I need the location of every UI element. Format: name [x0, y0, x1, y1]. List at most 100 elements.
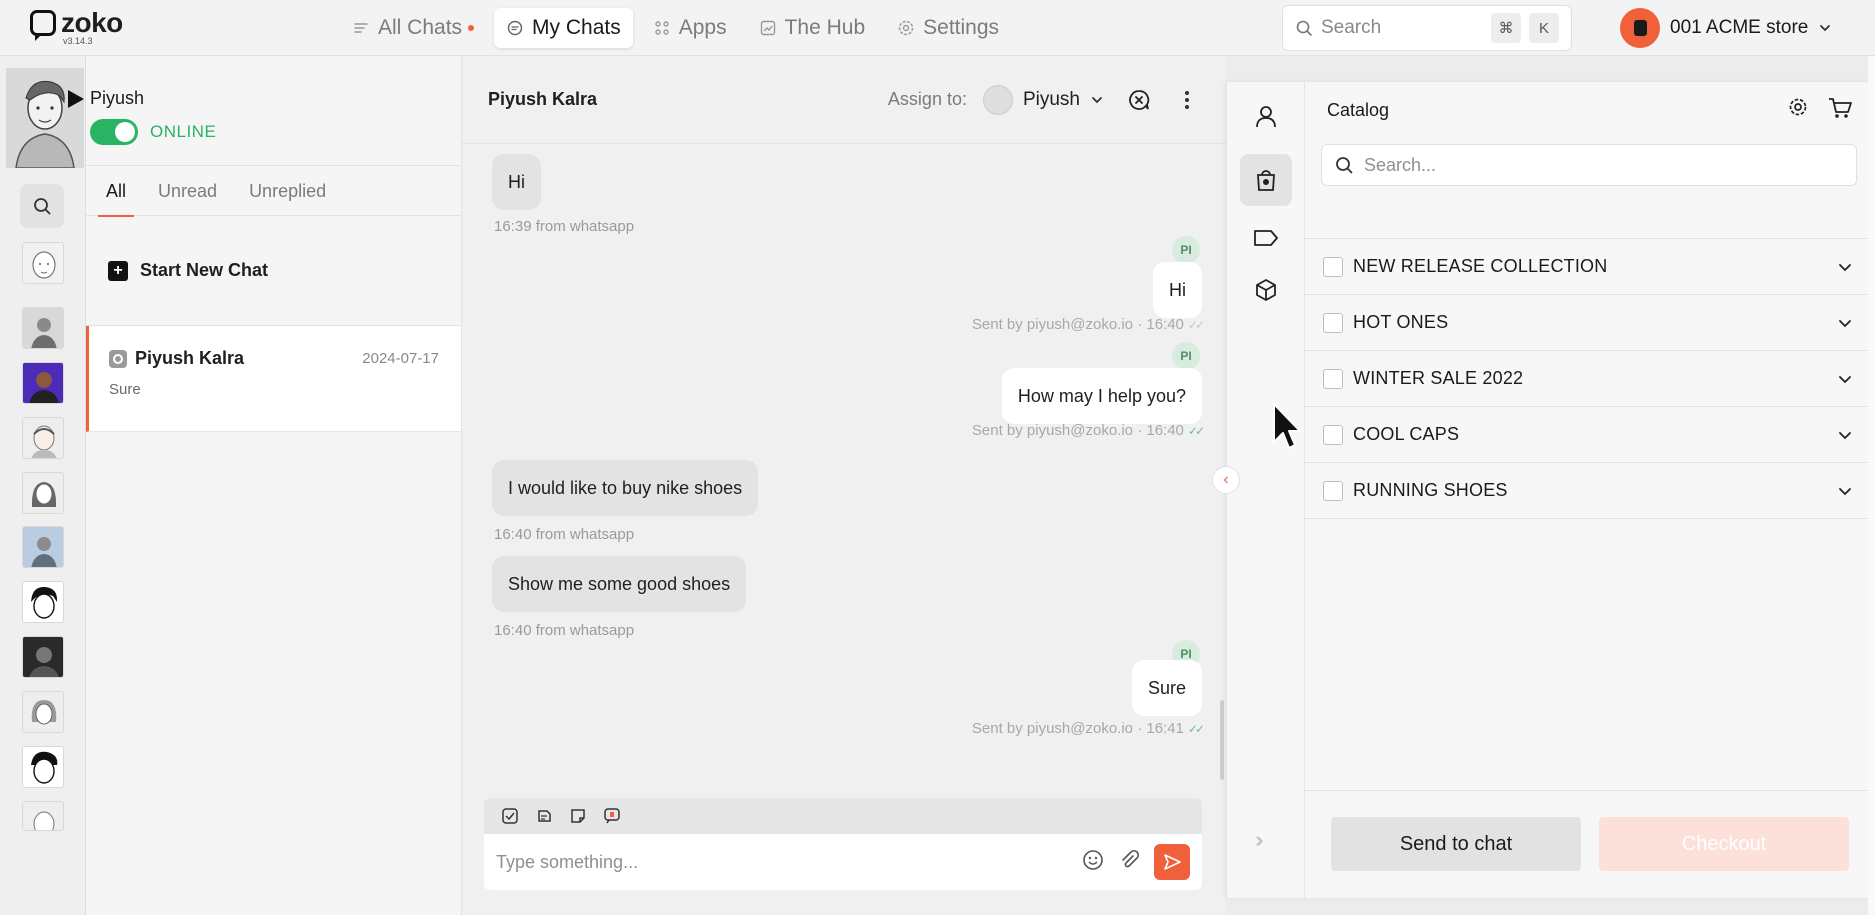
contact-avatar[interactable] — [22, 242, 64, 284]
agent-avatar[interactable] — [6, 68, 84, 168]
nav-apps[interactable]: Apps — [641, 8, 739, 48]
send-to-chat-button[interactable]: Send to chat — [1331, 817, 1581, 871]
nav-the-hub[interactable]: The Hub — [747, 8, 878, 48]
attachment-icon[interactable] — [1118, 849, 1140, 876]
contact-avatar[interactable] — [22, 581, 64, 623]
quick-reply-icon[interactable] — [534, 806, 554, 826]
message-meta: Sent by piyush@zoko.io · 16:41 ✓✓ — [972, 720, 1205, 737]
tab-unreplied[interactable]: Unreplied — [249, 166, 326, 216]
nav-label: My Chats — [532, 16, 621, 39]
zoko-logo[interactable]: zoko v3.14.3 — [30, 9, 123, 46]
chart-icon — [760, 20, 775, 36]
send-button[interactable] — [1154, 844, 1190, 880]
store-switcher[interactable]: 001 ACME store — [1620, 8, 1832, 48]
read-receipt-icon: ✓✓ — [1187, 721, 1205, 736]
contact-avatar[interactable] — [22, 417, 64, 459]
chevron-down-icon[interactable] — [1837, 483, 1853, 499]
collection-row[interactable]: HOT ONES — [1305, 295, 1873, 351]
message-meta: Sent by piyush@zoko.io · 16:40 ✓✓ — [971, 316, 1205, 333]
catalog-message-icon[interactable] — [602, 806, 622, 826]
message-meta: 16:40 from whatsapp — [494, 526, 635, 543]
collection-checkbox[interactable] — [1323, 480, 1343, 501]
template-icon[interactable] — [500, 806, 520, 826]
assignee-avatar — [982, 84, 1013, 115]
outgoing-message: Sure — [1131, 660, 1202, 716]
catalog-settings-icon[interactable] — [1787, 96, 1809, 125]
composer-input[interactable]: Type something... — [484, 834, 1202, 890]
cart-icon[interactable] — [1827, 96, 1853, 125]
chat-contact-name: Piyush Kalra — [135, 348, 245, 368]
outgoing-message: Hi — [1153, 262, 1202, 318]
contact-info-tab[interactable] — [1240, 90, 1292, 142]
conversation-scrollbar[interactable] — [1220, 700, 1224, 780]
collection-checkbox[interactable] — [1323, 424, 1343, 445]
incoming-message: I would like to buy nike shoes — [492, 460, 759, 516]
shopping-bag-icon — [1257, 170, 1275, 191]
labels-tab[interactable] — [1240, 212, 1292, 264]
store-name: 001 ACME store — [1670, 17, 1809, 38]
note-icon[interactable] — [568, 806, 588, 826]
collection-checkbox[interactable] — [1323, 368, 1343, 389]
tab-unread[interactable]: Unread — [158, 166, 217, 216]
whatsapp-icon — [109, 349, 127, 368]
list-icon — [354, 23, 368, 33]
store-avatar — [1620, 8, 1660, 48]
chevron-down-icon[interactable] — [1837, 315, 1853, 331]
chat-list-panel: All Unread Unreplied + Start New Chat Pi… — [86, 56, 462, 915]
message-meta: 16:39 from whatsapp — [494, 218, 635, 235]
nav-settings[interactable]: Settings — [885, 8, 1011, 48]
contact-avatar[interactable] — [22, 307, 64, 349]
contact-avatar[interactable] — [22, 472, 64, 514]
nav-label: Apps — [678, 16, 727, 39]
collection-row[interactable]: RUNNING SHOES — [1305, 463, 1873, 519]
chevron-down-icon[interactable] — [1837, 427, 1853, 443]
assignee-dropdown[interactable]: Piyush — [982, 84, 1104, 115]
online-toggle[interactable] — [90, 119, 138, 145]
contact-avatar[interactable] — [22, 636, 64, 678]
contact-avatar[interactable] — [22, 526, 64, 568]
contact-search-button[interactable] — [20, 184, 64, 228]
top-navigation-bar: zoko v3.14.3 All Chats My Chats Apps The… — [0, 0, 1875, 56]
collection-row[interactable]: WINTER SALE 2022 — [1305, 351, 1873, 407]
collection-row[interactable]: COOL CAPS — [1305, 407, 1873, 463]
nav-all-chats[interactable]: All Chats — [340, 8, 486, 48]
collection-row[interactable]: NEW RELEASE COLLECTION — [1305, 239, 1873, 295]
double-chevron-right-icon[interactable]: ›› — [1255, 827, 1263, 853]
read-receipt-icon: ✓✓ — [1187, 317, 1205, 332]
catalog-search-input[interactable]: Search... — [1321, 144, 1857, 186]
chevron-down-icon — [1820, 25, 1831, 32]
message-meta-text: Sent by piyush@zoko.io · 16:40 — [971, 316, 1184, 333]
collection-label: WINTER SALE 2022 — [1353, 368, 1524, 388]
collection-label: NEW RELEASE COLLECTION — [1353, 256, 1608, 276]
mouse-cursor-icon — [1273, 403, 1301, 449]
start-new-chat-button[interactable]: + Start New Chat — [86, 216, 461, 326]
assign-label: Assign to: — [887, 89, 967, 109]
search-icon — [34, 198, 51, 215]
chevron-down-icon[interactable] — [1837, 259, 1853, 275]
catalog-tab[interactable] — [1240, 154, 1292, 206]
close-chat-icon[interactable] — [1126, 87, 1152, 113]
nav-my-chats[interactable]: My Chats — [494, 8, 633, 48]
global-search[interactable]: Search ⌘ K — [1282, 5, 1572, 51]
side-panel: ‹ ›› Catalog Search... NEW RELEASE COLLE… — [1212, 82, 1873, 898]
more-options-icon[interactable] — [1174, 87, 1200, 113]
chat-filter-tabs: All Unread Unreplied — [86, 166, 461, 217]
catalog-footer: Send to chat Checkout — [1305, 790, 1873, 898]
tab-all[interactable]: All — [97, 166, 135, 217]
incoming-message: Show me some good shoes — [492, 556, 747, 612]
chevron-down-icon[interactable] — [1837, 371, 1853, 387]
checkout-button[interactable]: Checkout — [1599, 817, 1849, 871]
search-icon — [1336, 157, 1353, 174]
contact-avatar[interactable] — [22, 691, 64, 733]
contact-avatar[interactable] — [22, 746, 64, 788]
emoji-icon[interactable] — [1082, 849, 1104, 876]
orders-tab[interactable] — [1240, 264, 1292, 316]
contact-avatar[interactable] — [22, 801, 64, 831]
online-status-label: ONLINE — [150, 122, 217, 141]
contact-avatar[interactable] — [22, 362, 64, 404]
collection-checkbox[interactable] — [1323, 312, 1343, 333]
chat-list-item[interactable]: Piyush Kalra 2024-07-17 Sure — [86, 326, 461, 432]
chevron-down-icon — [1092, 96, 1102, 103]
composer-toolbar — [484, 798, 1202, 834]
collection-checkbox[interactable] — [1323, 256, 1343, 277]
